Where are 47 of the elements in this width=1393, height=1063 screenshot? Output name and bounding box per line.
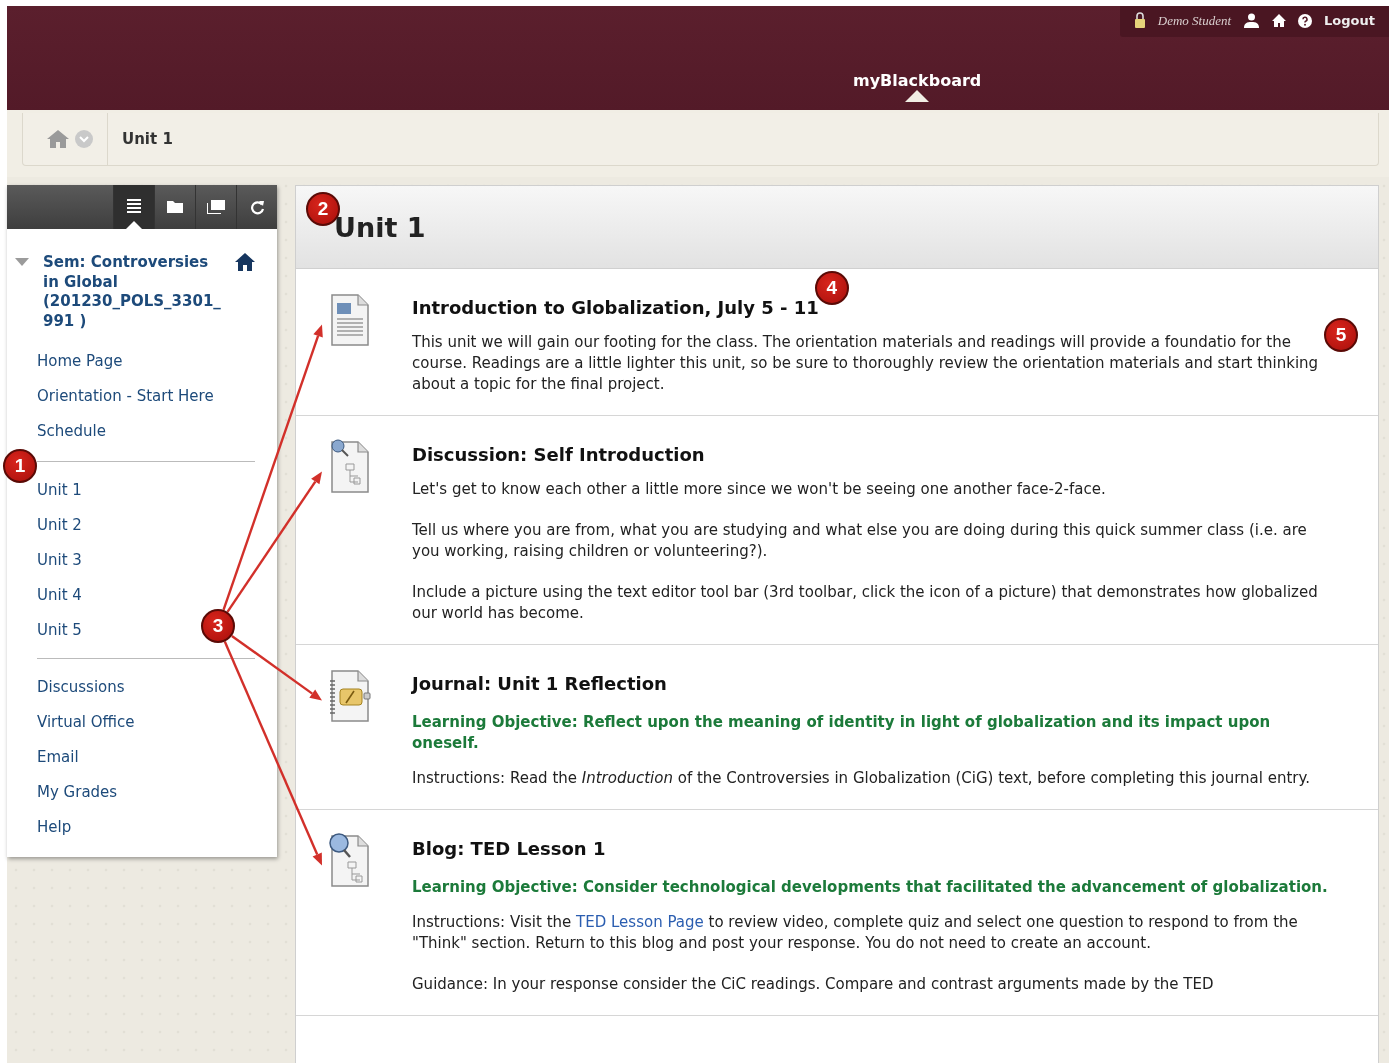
- item-description: Include a picture using the text editor tool bar (3rd toolbar, click the icon of a picture) that demonstrates how globalized our world has become.: [412, 582, 1319, 624]
- lesson-page-link[interactable]: TED Lesson Page: [576, 913, 704, 931]
- expanded-caret-icon[interactable]: [15, 258, 29, 267]
- item-description: This unit we will gain our footing for the class. The orientation materials and readings will provide a foundatio for the course. Readings are a little lighter this unit, so be sure to thoroughly review the orientation materials and start thinking about a topic for the final project.: [412, 332, 1320, 395]
- course-menu-link[interactable]: Unit 3: [37, 550, 82, 570]
- refresh-icon: [249, 199, 265, 215]
- folder-icon: [167, 201, 183, 213]
- callout-marker: 5: [1324, 318, 1358, 352]
- item-description: Let's get to know each other a little more since we won't be seeing one another face-2-face.: [412, 479, 1107, 500]
- item-description: Tell us where you are from, what you are studying and what else you are doing during this quick summer class (i.e. are you working, raising children or volunteering?).: [412, 520, 1308, 562]
- logout-link[interactable]: Logout: [1324, 13, 1375, 28]
- home-icon[interactable]: [1272, 14, 1287, 27]
- help-icon[interactable]: [1298, 13, 1313, 28]
- learning-objective: Learning Objective: Reflect upon the meaning of identity in light of globalization and its impact upon oneself.: [412, 712, 1272, 754]
- lock-icon: [1133, 12, 1146, 29]
- course-menu-link[interactable]: Unit 5: [37, 620, 82, 640]
- course-menu-link[interactable]: My Grades: [37, 782, 118, 802]
- course-menu-link[interactable]: Discussions: [37, 677, 125, 697]
- list-icon: [127, 199, 141, 215]
- course-menu-link[interactable]: Unit 1: [37, 480, 82, 500]
- course-menu-link[interactable]: Orientation - Start Here: [37, 386, 214, 406]
- course-menu-link[interactable]: Unit 4: [37, 585, 82, 605]
- item-description: Instructions: Visit the TED Lesson Page to review video, complete quiz and select one question to respond to from the "Think" section. Return to this blog and post your response. You do not need to create an account.: [412, 912, 1299, 954]
- item-title[interactable]: Journal: Unit 1 Reflection: [412, 673, 667, 694]
- callout-marker: 4: [814, 271, 849, 305]
- breadcrumb-current: Unit 1: [121, 130, 173, 148]
- course-menu-link[interactable]: Schedule: [37, 421, 106, 441]
- item-title[interactable]: Blog: TED Lesson 1: [412, 838, 606, 859]
- course-menu-link[interactable]: Home Page: [37, 351, 123, 371]
- item-title[interactable]: Discussion: Self Introduction: [412, 444, 705, 465]
- user-name: Demo Student: [1157, 12, 1232, 29]
- nav-tab[interactable]: myBlackboard: [853, 63, 982, 102]
- course-menu-link[interactable]: Virtual Office: [37, 712, 135, 732]
- windows-icon: [207, 200, 225, 214]
- blog-icon[interactable]: [326, 832, 372, 888]
- course-menu-link[interactable]: Email: [37, 747, 79, 767]
- course-title-link[interactable]: Sem: Controversies in Global (201230_POLS_3301_991 ): [43, 253, 221, 331]
- item-description: Guidance: In your response consider the CiC readings. Compare and contrast arguments made by the TED: [412, 974, 1215, 995]
- item-description: Instructions: Read the Introduction of the Controversies in Globalization (CiG) text, before completing this journal entry.: [412, 768, 1311, 789]
- callout-marker: 3: [201, 609, 235, 643]
- learning-objective: Learning Objective: Consider technological developments that facilitated the advancement of globalization.: [412, 877, 1329, 898]
- home-icon[interactable]: [235, 253, 255, 271]
- course-menu-link[interactable]: Help: [37, 817, 72, 837]
- list-view-button[interactable]: [113, 185, 154, 229]
- callout-marker: 1: [3, 449, 37, 483]
- user-icon[interactable]: [1243, 13, 1261, 28]
- course-menu-link[interactable]: Unit 2: [37, 515, 82, 535]
